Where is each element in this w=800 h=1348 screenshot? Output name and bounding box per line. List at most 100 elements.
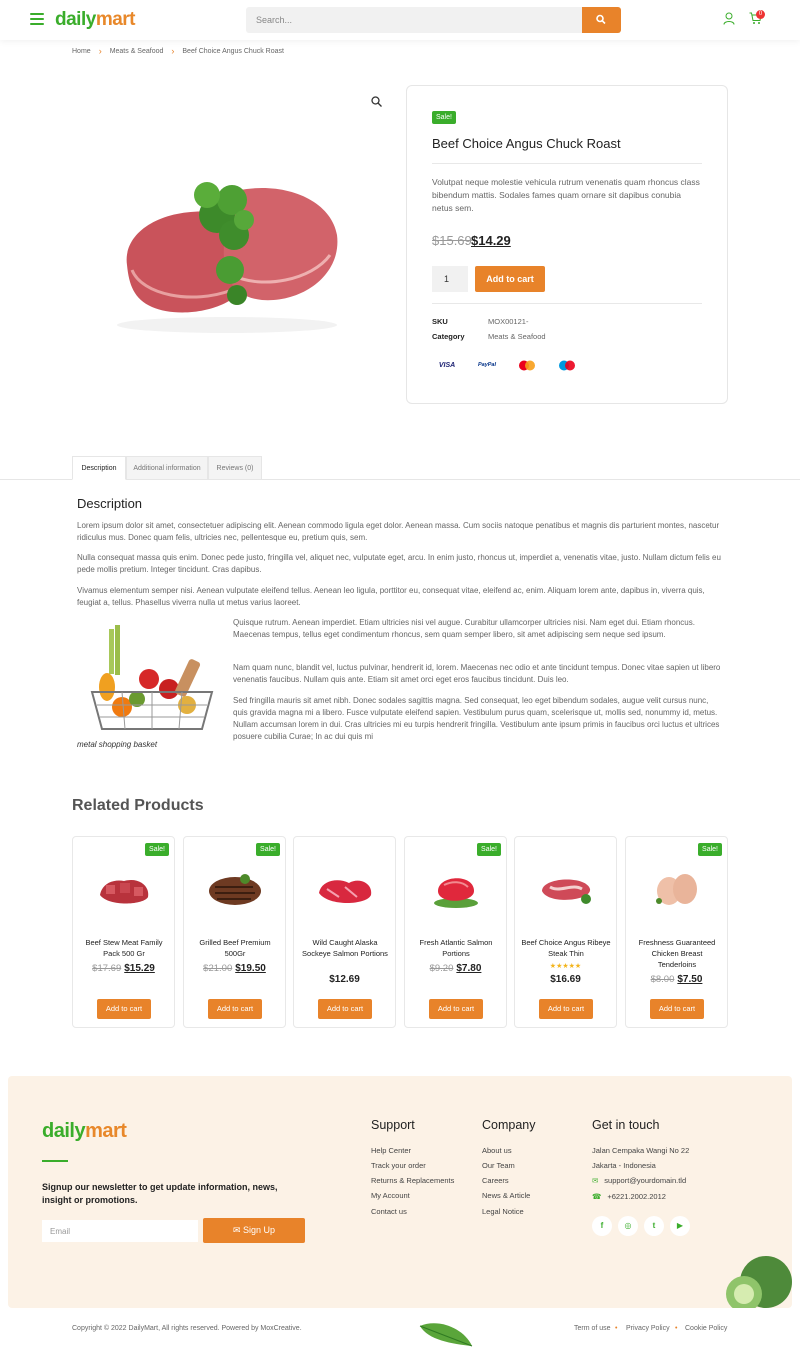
product-name[interactable]: Beef Choice Angus Ribeye Steak Thin xyxy=(521,937,611,959)
product-name[interactable]: Fresh Atlantic Salmon Portions xyxy=(411,937,501,959)
cart-count-badge: 0 xyxy=(756,10,765,19)
user-icon[interactable] xyxy=(723,12,735,25)
envelope-icon: ✉ xyxy=(592,1176,599,1185)
product-price: $21.00 $19.50 xyxy=(184,963,285,974)
product-thumbnail[interactable] xyxy=(647,865,707,911)
facebook-icon[interactable]: f xyxy=(592,1216,612,1236)
product-card[interactable]: Sale! Freshness Guaranteed Chicken Breas… xyxy=(625,836,728,1028)
current-price: $16.69 xyxy=(550,974,581,985)
product-thumbnail[interactable] xyxy=(94,865,154,911)
mastercard-icon xyxy=(512,358,542,372)
chevron-right-icon: › xyxy=(171,46,175,56)
product-name[interactable]: Freshness Guaranteed Chicken Breast Tend… xyxy=(632,937,722,970)
product-card[interactable]: Wild Caught Alaska Sockeye Salmon Portio… xyxy=(293,836,396,1028)
product-price: $8.00 $7.50 xyxy=(626,974,727,985)
quantity-input[interactable]: 1 xyxy=(432,266,468,292)
category-value[interactable]: Meats & Seafood xyxy=(488,332,546,341)
product-name[interactable]: Grilled Beef Premium 500Gr xyxy=(190,937,280,959)
product-info-card: Sale! Beef Choice Angus Chuck Roast Volu… xyxy=(406,85,728,404)
breadcrumb-category[interactable]: Meats & Seafood xyxy=(110,48,164,55)
privacy-link[interactable]: Privacy Policy xyxy=(626,1325,670,1332)
footer-link[interactable]: Careers xyxy=(482,1176,509,1185)
search-input[interactable]: Search... xyxy=(246,7,582,33)
footer-link[interactable]: News & Article xyxy=(482,1191,530,1200)
twitter-icon[interactable]: t xyxy=(644,1216,664,1236)
terms-link[interactable]: Term of use xyxy=(574,1325,611,1332)
footer-link[interactable]: Track your order xyxy=(371,1161,426,1170)
search-button[interactable] xyxy=(582,7,621,33)
site-logo[interactable]: dailymart xyxy=(55,9,136,31)
product-name[interactable]: Wild Caught Alaska Sockeye Salmon Portio… xyxy=(300,937,390,959)
address-line: Jakarta - Indonesia xyxy=(592,1161,656,1170)
product-thumbnail[interactable] xyxy=(426,865,486,911)
cabbage-decoration xyxy=(726,1256,792,1308)
product-card[interactable]: Sale! Beef Stew Meat Family Pack 500 Gr … xyxy=(72,836,175,1028)
footer-link[interactable]: Our Team xyxy=(482,1161,515,1170)
shopping-basket-image xyxy=(77,617,227,737)
youtube-icon[interactable]: ▶ xyxy=(670,1216,690,1236)
current-price: $14.29 xyxy=(471,233,511,248)
tab-reviews[interactable]: Reviews (0) xyxy=(208,456,262,480)
footer-link[interactable]: Help Center xyxy=(371,1146,411,1155)
bullet-separator: • xyxy=(675,1325,678,1332)
divider xyxy=(432,163,702,164)
newsletter-email-input[interactable]: Email xyxy=(42,1220,198,1242)
product-price: $16.69 xyxy=(515,974,616,985)
old-price: $17.69 xyxy=(92,963,122,974)
add-to-cart-button[interactable]: Add to cart xyxy=(208,999,262,1019)
chevron-right-icon: › xyxy=(98,46,102,56)
add-to-cart-button[interactable]: Add to cart xyxy=(539,999,593,1019)
product-short-description: Volutpat neque molestie vehicula rutrum … xyxy=(432,177,700,213)
add-to-cart-button[interactable]: Add to cart xyxy=(429,999,483,1019)
footer-link[interactable]: Contact us xyxy=(371,1207,407,1216)
copyright-text: Copyright © 2022 DailyMart, All rights r… xyxy=(72,1325,302,1332)
product-card[interactable]: Sale! Fresh Atlantic Salmon Portions $9.… xyxy=(404,836,507,1028)
leaf-decoration xyxy=(419,1323,473,1347)
zoom-icon[interactable] xyxy=(371,96,382,107)
old-price: $21.00 xyxy=(203,963,233,974)
product-thumbnail[interactable] xyxy=(315,865,375,911)
current-price: $12.69 xyxy=(329,974,360,985)
product-price: $9.20 $7.80 xyxy=(405,963,506,974)
category-label: Category xyxy=(432,332,465,341)
add-to-cart-button[interactable]: Add to cart xyxy=(318,999,372,1019)
contact-heading: Get in touch xyxy=(592,1118,660,1132)
product-name[interactable]: Beef Stew Meat Family Pack 500 Gr xyxy=(79,937,169,959)
product-card[interactable]: Sale! Grilled Beef Premium 500Gr $21.00 $… xyxy=(183,836,286,1028)
add-to-cart-button[interactable]: Add to cart xyxy=(97,999,151,1019)
footer-link[interactable]: My Account xyxy=(371,1191,410,1200)
breadcrumb: Home › Meats & Seafood › Beef Choice Ang… xyxy=(72,46,284,56)
cookie-link[interactable]: Cookie Policy xyxy=(685,1325,727,1332)
description-paragraph: Sed fringilla mauris sit amet nibh. Done… xyxy=(233,696,720,741)
newsletter-signup-button[interactable]: ✉ Sign Up xyxy=(203,1218,305,1243)
description-paragraph: Nam quam nunc, blandit vel, luctus pulvi… xyxy=(233,663,721,684)
current-price: $19.50 xyxy=(235,963,266,974)
footer-link[interactable]: Returns & Replacements xyxy=(371,1176,454,1185)
paypal-label: PayPal xyxy=(477,362,497,368)
tab-additional-information[interactable]: Additional information xyxy=(126,456,208,480)
related-products-heading: Related Products xyxy=(72,797,204,814)
product-image[interactable] xyxy=(72,85,392,405)
phone-contact[interactable]: ☎ +6221.2002.2012 xyxy=(592,1192,666,1201)
sku-value: MOX00121- xyxy=(488,317,529,326)
product-thumbnail[interactable] xyxy=(536,865,596,911)
sale-badge: Sale! xyxy=(698,843,722,856)
add-to-cart-button[interactable]: Add to cart xyxy=(650,999,704,1019)
old-price: $9.20 xyxy=(429,963,454,974)
footer-logo[interactable]: dailymart xyxy=(42,1120,127,1143)
email-contact[interactable]: ✉ support@yourdomain.tld xyxy=(592,1176,686,1185)
product-card[interactable]: Beef Choice Angus Ribeye Steak Thin ★★★★… xyxy=(514,836,617,1028)
visa-icon: VISA xyxy=(438,361,456,369)
tab-description[interactable]: Description xyxy=(72,456,126,480)
phone-icon: ☎ xyxy=(592,1192,602,1201)
old-price: $15.69 xyxy=(432,233,472,248)
menu-icon[interactable] xyxy=(30,13,44,25)
footer-link[interactable]: Legal Notice xyxy=(482,1207,524,1216)
product-thumbnail[interactable] xyxy=(205,865,265,911)
breadcrumb-home[interactable]: Home xyxy=(72,48,91,55)
company-heading: Company xyxy=(482,1118,536,1132)
add-to-cart-button[interactable]: Add to cart xyxy=(475,266,545,292)
instagram-icon[interactable]: ◎ xyxy=(618,1216,638,1236)
footer-link[interactable]: About us xyxy=(482,1146,512,1155)
sale-badge: Sale! xyxy=(256,843,280,856)
